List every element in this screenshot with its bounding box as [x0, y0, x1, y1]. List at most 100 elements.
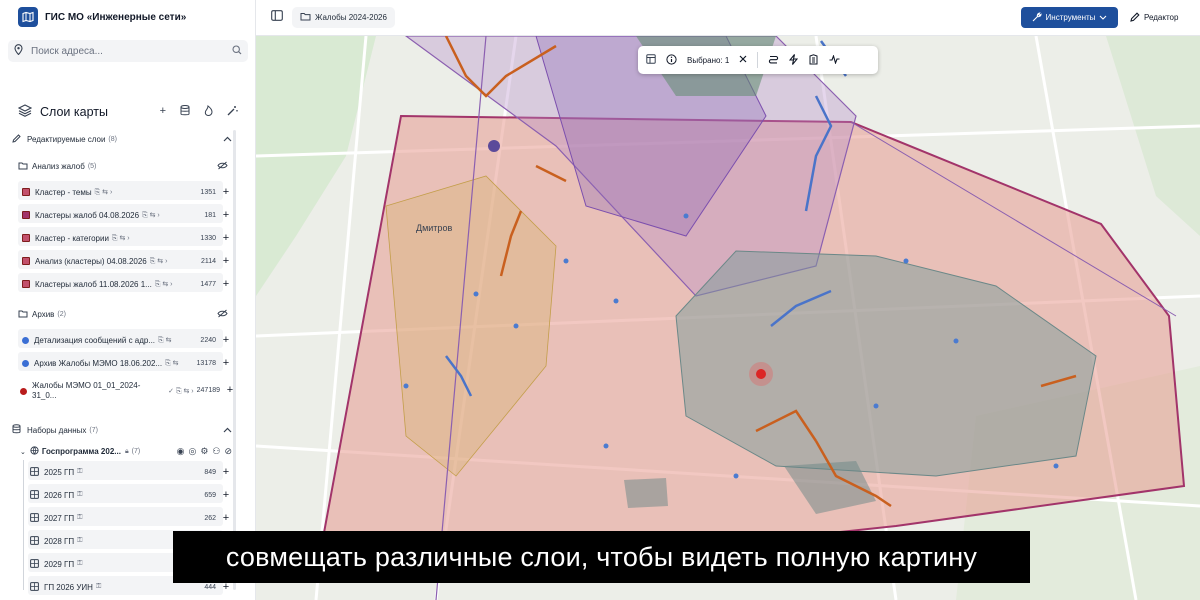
layer-dot-icon	[20, 388, 27, 395]
add-layer-button[interactable]: +	[220, 334, 232, 346]
layer-name: Кластеры жалоб 04.08.2026	[35, 210, 140, 220]
cluster-polygon-grey-small[interactable]	[624, 478, 668, 508]
grid-icon	[30, 535, 39, 547]
layer-name: Детализация сообщений с адр...	[34, 335, 156, 345]
lightning-icon[interactable]	[789, 53, 799, 67]
analysis-group-label: Анализ жалоб	[32, 162, 85, 171]
dataset-name: 2026 ГП	[44, 490, 75, 500]
datasets-group-label: Наборы данных	[27, 425, 87, 435]
address-search[interactable]	[8, 40, 248, 62]
add-layer-button[interactable]: +	[220, 278, 232, 290]
add-layer-button[interactable]: +	[220, 186, 232, 198]
layer-meta-icons: ⎘ ⇆ ›	[154, 280, 173, 288]
layer-count: 181	[204, 211, 216, 219]
complaints-layer[interactable]: Жалобы МЭМО 01_01_2024- 31_0... ✓ ⎘ ⇆ › …	[20, 381, 236, 401]
sidebar-scrollbar[interactable]	[233, 130, 236, 590]
activity-icon[interactable]	[829, 53, 840, 66]
lock-icon: ⚿	[77, 537, 83, 544]
layer-meta-icons: ⎘ ⇆ ›	[149, 257, 168, 265]
layer-item[interactable]: Архив Жалобы МЭМО 18.06.202... ⎘ ⇆ 13178 +	[22, 357, 232, 369]
editable-layers-group[interactable]: Редактируемые слои (8)	[12, 134, 236, 145]
chevron-down-icon[interactable]: ⌄	[20, 448, 26, 456]
layer-count: 2114	[200, 257, 216, 265]
layer-item[interactable]: Анализ (кластеры) 04.08.2026 ⎘ ⇆ › 2114 +	[22, 255, 232, 267]
app-header: ГИС МО «Инженерные сети»	[0, 0, 255, 34]
layer-item[interactable]: Кластер - темы ⎘ ⇆ › 1351 +	[22, 186, 232, 198]
folder-icon	[18, 309, 28, 320]
table-icon[interactable]	[646, 54, 656, 66]
archive-group[interactable]: Архив (2)	[18, 309, 236, 320]
add-dataset-button[interactable]: +	[220, 489, 232, 501]
dataset-count: 659	[204, 491, 216, 499]
gosprog-group[interactable]: ⌄ Госпрограмма 202... 🔒︎ (7) ◉◎⚙⚇⊘	[20, 446, 236, 457]
dataset-item[interactable]: 2027 ГП ⚿ 262 +	[30, 512, 232, 524]
lock-icon: ⚿	[77, 560, 83, 567]
add-layer-button[interactable]: +	[220, 357, 232, 369]
building-icon[interactable]	[808, 53, 819, 67]
layer-count: 13178	[196, 359, 216, 367]
add-layer-button[interactable]: +	[160, 105, 166, 119]
layer-item[interactable]: Детализация сообщений с адр... ⎘ ⇆ 2240 +	[22, 334, 232, 346]
pencil-icon	[12, 134, 21, 145]
wrench-icon	[1032, 11, 1042, 24]
selection-toolbar: Выбрано: 1	[638, 46, 878, 74]
lock-icon: ⚿	[95, 583, 102, 590]
chevron-up-icon[interactable]	[223, 135, 232, 144]
poi-marker-icon[interactable]	[488, 140, 500, 152]
eye-off-icon[interactable]	[217, 161, 228, 172]
chevron-up-icon[interactable]	[223, 426, 232, 435]
lock-icon: ⚿	[77, 514, 83, 521]
search-icon[interactable]	[232, 44, 242, 58]
layer-item[interactable]: Кластеры жалоб 04.08.2026 ⎘ ⇆ › 181 +	[22, 209, 232, 221]
complaints-layer-count: 247189	[196, 387, 220, 394]
add-layer-button[interactable]: +	[220, 209, 232, 221]
layer-count: 1477	[200, 280, 216, 288]
add-layer-button[interactable]: +	[220, 255, 232, 267]
datasets-group[interactable]: Наборы данных (7)	[12, 424, 236, 436]
layer-name: Анализ (кластеры) 04.08.2026	[35, 256, 147, 266]
grid-icon	[30, 581, 39, 593]
project-breadcrumb[interactable]: Жалобы 2024-2026	[292, 7, 395, 28]
close-icon[interactable]	[739, 55, 747, 65]
lock-icon: 🔒︎	[124, 447, 129, 455]
dataset-count: 849	[204, 468, 216, 476]
layer-meta-icons: ⎘ ⇆ ›	[142, 211, 160, 219]
layer-square-icon	[22, 188, 30, 196]
map-canvas[interactable]: Дмитров	[256, 36, 1200, 600]
map-city-label: Дмитров	[416, 223, 452, 233]
layer-count: 1330	[200, 234, 216, 242]
database-icon[interactable]	[180, 105, 190, 119]
add-dataset-button[interactable]: +	[220, 512, 232, 524]
grid-icon	[30, 489, 39, 501]
dataset-item[interactable]: 2025 ГП ⚿ 849 +	[30, 466, 232, 478]
add-dataset-button[interactable]: +	[220, 466, 232, 478]
layer-name: Кластер - категории	[35, 233, 109, 243]
datasets-group-count: (7)	[89, 426, 98, 434]
add-layer-button[interactable]: +	[220, 232, 232, 244]
heatmap-flame-icon[interactable]	[204, 105, 213, 119]
gosprog-group-count: (7)	[131, 448, 141, 455]
eye-off-icon[interactable]	[217, 309, 228, 320]
selected-marker-icon[interactable]	[756, 369, 766, 379]
grid-icon	[30, 466, 39, 478]
top-bar: Жалобы 2024-2026 Инструменты Редактор	[256, 0, 1200, 36]
address-search-input[interactable]	[31, 45, 232, 57]
gosprog-group-label: Госпрограмма 202...	[41, 447, 121, 456]
pencil-icon	[1130, 11, 1140, 24]
route-icon[interactable]	[768, 54, 779, 67]
analysis-group[interactable]: Анализ жалоб (5)	[18, 161, 236, 172]
layer-item[interactable]: Кластер - категории ⎘ ⇆ › 1330 +	[22, 232, 232, 244]
info-icon[interactable]	[666, 53, 677, 67]
layer-dot-icon	[22, 336, 29, 344]
tools-button[interactable]: Инструменты	[1021, 7, 1118, 28]
dataset-count: 444	[204, 583, 216, 591]
editor-button[interactable]: Редактор	[1130, 7, 1178, 28]
sidebar-toggle-icon[interactable]	[271, 10, 283, 24]
dataset-name: 2029 ГП	[44, 559, 75, 569]
layers-header: Слои карты +	[17, 104, 238, 120]
group-action-icons[interactable]: ◉◎⚙⚇⊘	[177, 446, 236, 457]
magic-wand-icon[interactable]	[227, 105, 238, 119]
layer-square-icon	[22, 211, 30, 219]
dataset-item[interactable]: 2026 ГП ⚿ 659 +	[30, 489, 232, 501]
layer-item[interactable]: Кластеры жалоб 11.08.2026 1... ⎘ ⇆ › 1477 +	[22, 278, 232, 290]
